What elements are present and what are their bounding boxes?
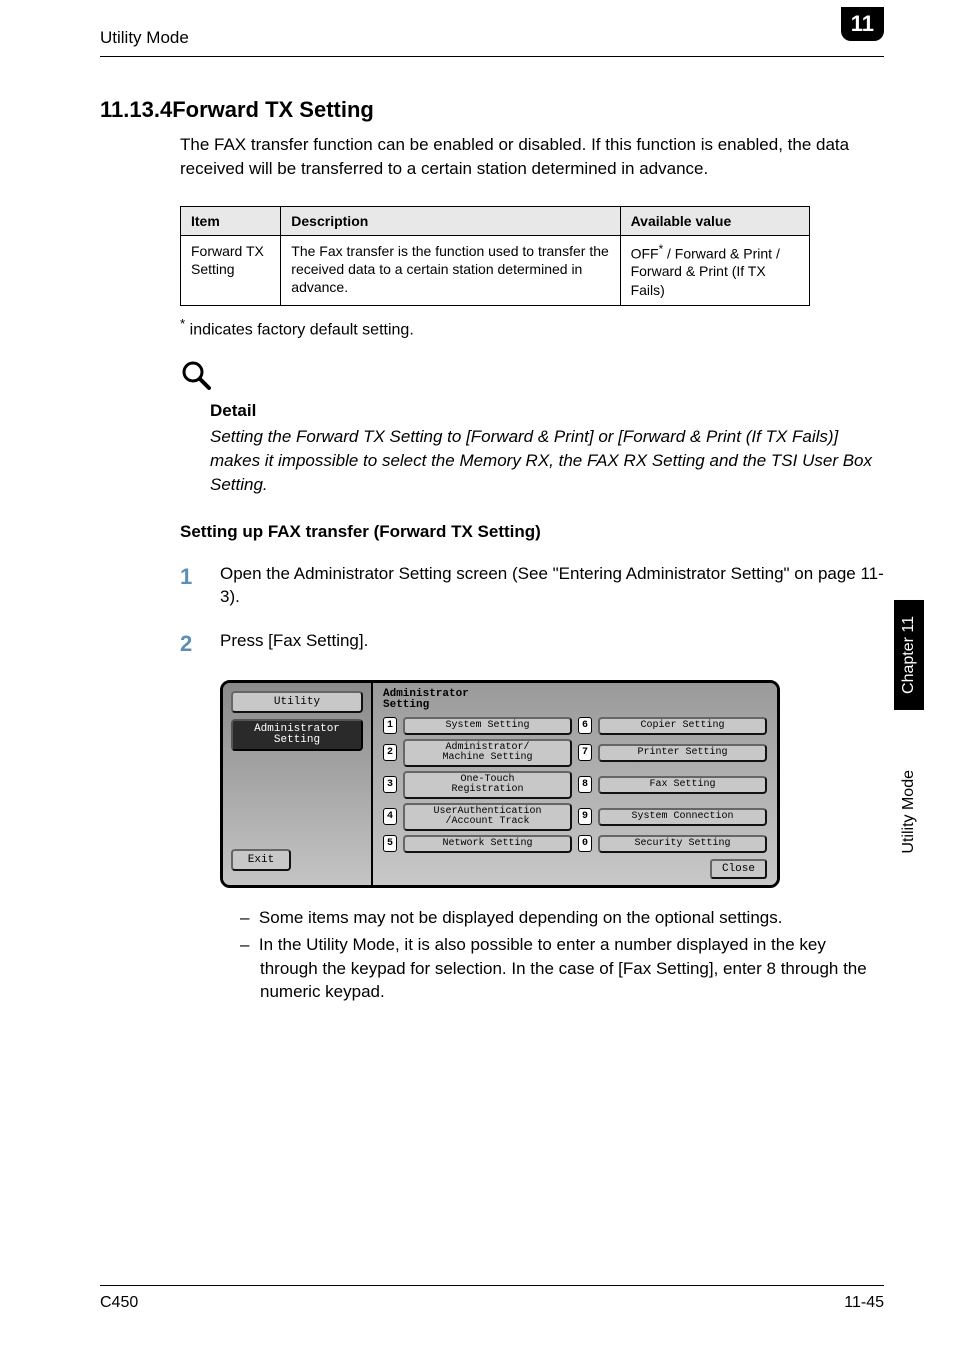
step-text: Open the Administrator Setting screen (S… bbox=[220, 562, 884, 610]
cell-item: Forward TX Setting bbox=[181, 235, 281, 305]
step-number: 1 bbox=[180, 562, 220, 610]
menu-user-auth[interactable]: UserAuthentication /Account Track bbox=[403, 803, 572, 831]
note-text: Some items may not be displayed dependin… bbox=[259, 908, 783, 927]
menu-network-setting[interactable]: Network Setting bbox=[403, 835, 572, 853]
menu-copier-setting[interactable]: Copier Setting bbox=[598, 717, 767, 735]
detail-text: Setting the Forward TX Setting to [Forwa… bbox=[210, 425, 884, 496]
menu-fax-setting[interactable]: Fax Setting bbox=[598, 776, 767, 794]
side-label: Utility Mode bbox=[900, 770, 918, 854]
settings-table: Item Description Available value Forward… bbox=[180, 206, 810, 306]
menu-number: 1 bbox=[383, 717, 397, 734]
panel-title: Administrator Setting bbox=[383, 689, 767, 711]
footer-right: 11-45 bbox=[844, 1294, 884, 1312]
step-text: Press [Fax Setting]. bbox=[220, 629, 884, 660]
step-2: 2 Press [Fax Setting]. bbox=[180, 629, 884, 660]
panel-sidebar: Utility Administrator Setting Exit bbox=[223, 683, 373, 885]
panel-main: Administrator Setting 1 System Setting 6… bbox=[373, 683, 777, 885]
note-text: In the Utility Mode, it is also possible… bbox=[259, 935, 867, 1002]
footer: C450 11-45 bbox=[100, 1285, 884, 1312]
section-heading: 11.13.4Forward TX Setting bbox=[100, 97, 884, 123]
menu-number: 8 bbox=[578, 776, 592, 793]
cell-desc: The Fax transfer is the function used to… bbox=[281, 235, 620, 305]
note-item: – In the Utility Mode, it is also possib… bbox=[240, 933, 884, 1004]
procedure-heading: Setting up FAX transfer (Forward TX Sett… bbox=[180, 522, 884, 542]
th-desc: Description bbox=[281, 206, 620, 235]
table-row: Forward TX Setting The Fax transfer is t… bbox=[181, 235, 810, 305]
side-tab: Chapter 11 bbox=[894, 600, 924, 710]
table-header-row: Item Description Available value bbox=[181, 206, 810, 235]
close-button[interactable]: Close bbox=[710, 859, 767, 879]
menu-number: 3 bbox=[383, 776, 397, 793]
header-title: Utility Mode bbox=[100, 28, 189, 48]
admin-setting-button[interactable]: Administrator Setting bbox=[231, 719, 363, 751]
footnote-text: indicates factory default setting. bbox=[185, 321, 414, 338]
content-area: 11.13.4Forward TX Setting The FAX transf… bbox=[0, 57, 954, 1004]
menu-security-setting[interactable]: Security Setting bbox=[598, 835, 767, 853]
menu-printer-setting[interactable]: Printer Setting bbox=[598, 744, 767, 762]
cell-avail: OFF* / Forward & Print / Forward & Print… bbox=[620, 235, 809, 305]
menu-number: 4 bbox=[383, 808, 397, 825]
menu-number: 0 bbox=[578, 835, 592, 852]
notes-list: – Some items may not be displayed depend… bbox=[240, 906, 884, 1004]
lcd-panel-screenshot: Utility Administrator Setting Exit Admin… bbox=[220, 680, 884, 888]
menu-admin-machine-setting[interactable]: Administrator/ Machine Setting bbox=[403, 739, 572, 767]
th-avail: Available value bbox=[620, 206, 809, 235]
footer-left: C450 bbox=[100, 1294, 138, 1312]
menu-number: 5 bbox=[383, 835, 397, 852]
menu-system-setting[interactable]: System Setting bbox=[403, 717, 572, 735]
avail-prefix: OFF bbox=[631, 245, 659, 261]
exit-button[interactable]: Exit bbox=[231, 849, 291, 871]
menu-grid: 1 System Setting 6 Copier Setting 2 Admi… bbox=[383, 717, 767, 853]
note-item: – Some items may not be displayed depend… bbox=[240, 906, 884, 930]
detail-label: Detail bbox=[210, 401, 884, 421]
utility-button[interactable]: Utility bbox=[231, 691, 363, 713]
menu-one-touch[interactable]: One-Touch Registration bbox=[403, 771, 572, 799]
th-item: Item bbox=[181, 206, 281, 235]
menu-number: 9 bbox=[578, 808, 592, 825]
step-number: 2 bbox=[180, 629, 220, 660]
intro-paragraph: The FAX transfer function can be enabled… bbox=[180, 133, 884, 181]
menu-system-connection[interactable]: System Connection bbox=[598, 808, 767, 826]
magnify-icon bbox=[180, 359, 884, 396]
menu-number: 7 bbox=[578, 744, 592, 761]
chapter-badge: 11 bbox=[841, 7, 884, 41]
menu-number: 6 bbox=[578, 717, 592, 734]
menu-number: 2 bbox=[383, 744, 397, 761]
step-1: 1 Open the Administrator Setting screen … bbox=[180, 562, 884, 610]
page-header: Utility Mode 11 bbox=[100, 0, 884, 57]
footnote: * indicates factory default setting. bbox=[180, 316, 884, 339]
